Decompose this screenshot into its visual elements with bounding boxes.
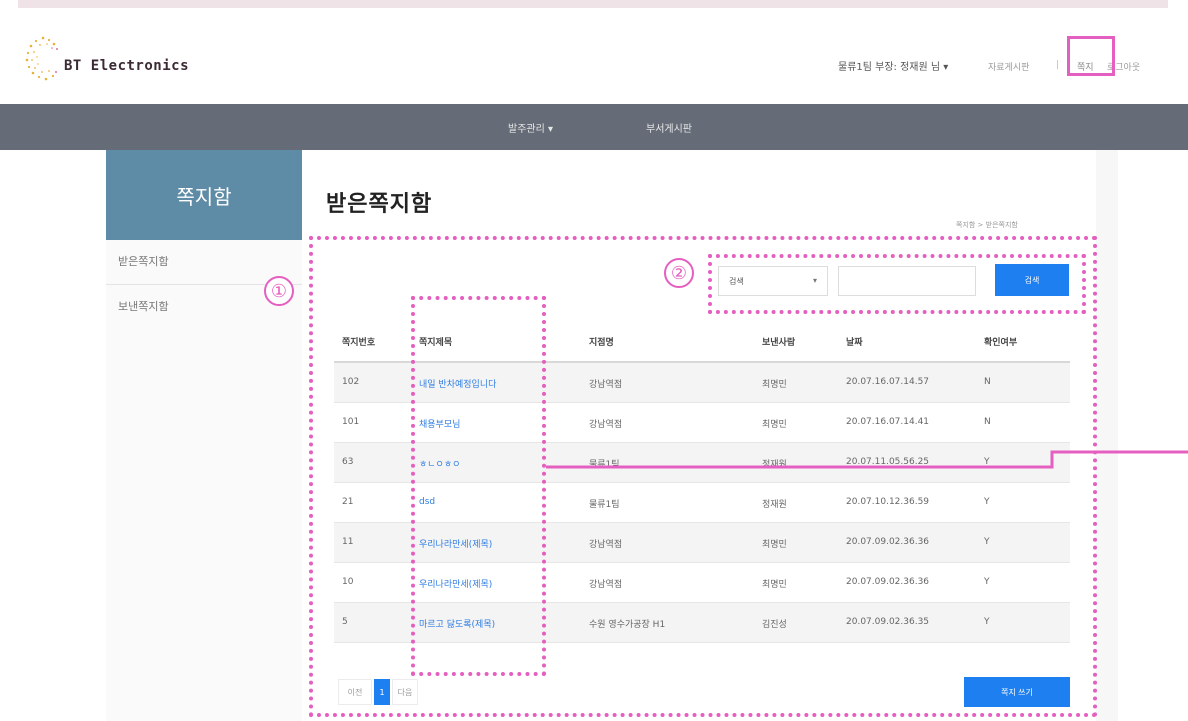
brand-name[interactable]: BT Electronics xyxy=(64,58,189,74)
sidebar-title: 쪽지함 xyxy=(106,150,302,240)
header: BT Electronics 물류1팀 부장: 정재원 님 ▾ 자료게시판 | … xyxy=(0,8,1188,104)
annotation-box-title-column xyxy=(411,296,546,676)
header-separator: | xyxy=(1056,60,1060,70)
annotation-box-search xyxy=(708,254,1086,314)
breadcrumb[interactable]: 쪽지함 > 받은쪽지함 xyxy=(956,220,1018,230)
page-title: 받은쪽지함 xyxy=(326,192,433,217)
sidebar-item-inbox[interactable]: 받은쪽지함 xyxy=(118,253,169,269)
top-strip xyxy=(18,0,1168,8)
right-gutter xyxy=(1096,150,1118,721)
sparkle-logo-icon xyxy=(25,36,58,81)
nav-department-board[interactable]: 부서게시판 xyxy=(646,120,692,135)
annotation-marker-2: ② xyxy=(664,258,694,288)
board-link[interactable]: 자료게시판 xyxy=(988,60,1029,73)
nav-order-management[interactable]: 발주관리 ▾ xyxy=(508,120,553,135)
main-navbar: 발주관리 ▾ 부서게시판 xyxy=(0,104,1188,150)
messages-highlight-box xyxy=(1067,36,1115,76)
sidebar-item-sent[interactable]: 보낸쪽지함 xyxy=(118,298,169,314)
user-menu-dropdown[interactable]: 물류1팀 부장: 정재원 님 ▾ xyxy=(838,58,948,73)
annotation-marker-1: ① xyxy=(264,276,294,306)
